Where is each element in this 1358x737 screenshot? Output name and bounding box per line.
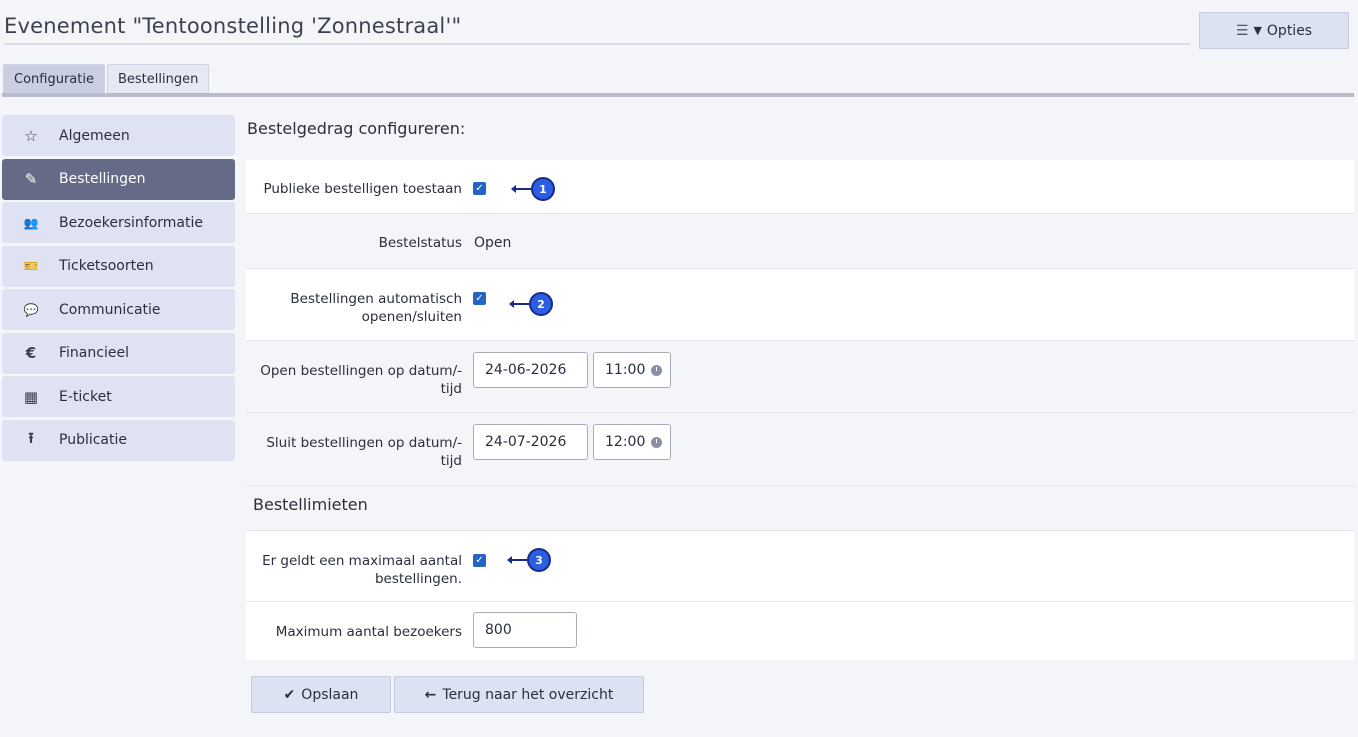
- annotation-2: 2: [509, 292, 553, 316]
- order-status-label: Bestelstatus: [378, 235, 462, 251]
- sidebar-item-bestellingen[interactable]: ✎ Bestellingen: [2, 158, 235, 200]
- clock-icon: [651, 436, 663, 448]
- form-row-max-visitors: Maximum aantal bezoekers 800: [246, 602, 1354, 660]
- sidebar: ☆ Algemeen ✎ Bestellingen 👥 Bezoekersinf…: [2, 115, 235, 463]
- options-button[interactable]: ☰ ▼ Opties: [1199, 12, 1349, 49]
- sidebar-item-label: Publicatie: [59, 432, 128, 448]
- sidebar-item-label: E-ticket: [59, 388, 112, 405]
- sidebar-item-algemeen[interactable]: ☆ Algemeen: [2, 115, 235, 156]
- pencil-icon: ✎: [24, 170, 38, 188]
- max-visitors-label: Maximum aantal bezoekers: [275, 624, 462, 640]
- public-orders-label: Publieke bestelligen toestaan: [263, 181, 462, 197]
- max-orders-checkbox[interactable]: ✓: [473, 554, 486, 567]
- annotation-1: 1: [511, 177, 555, 201]
- open-datetime-label: Open bestellingen op datum/- tijd: [260, 363, 462, 397]
- sidebar-item-label: Communicatie: [59, 301, 161, 318]
- close-datetime-label: Sluit bestellingen op datum/- tijd: [266, 435, 462, 469]
- euro-icon: €: [25, 344, 37, 362]
- ticket-icon: 🎫: [23, 259, 39, 273]
- order-status-value: Open: [474, 235, 512, 251]
- sidebar-item-communicatie[interactable]: 💬 Communicatie: [2, 289, 235, 330]
- sidebar-item-label: Financieel: [59, 345, 129, 361]
- tab-bestellingen[interactable]: Bestellingen: [106, 64, 210, 94]
- public-orders-checkbox[interactable]: ✓: [473, 182, 486, 195]
- back-label: Terug naar het overzicht: [442, 686, 614, 703]
- auto-open-close-checkbox[interactable]: ✓: [473, 292, 486, 305]
- sliders-icon: ☰: [1235, 22, 1249, 39]
- sidebar-item-label: Bezoekersinformatie: [59, 214, 203, 231]
- annotation-number: 3: [527, 548, 551, 572]
- annotation-3: 3: [507, 548, 551, 572]
- form-row-auto-open-close: Bestellingen automatisch openen/sluiten …: [246, 269, 1354, 341]
- sidebar-item-label: Algemeen: [59, 127, 130, 144]
- sidebar-item-label: Bestellingen: [59, 171, 146, 187]
- options-label: Opties: [1266, 22, 1313, 39]
- close-date-input[interactable]: 24-07-2026: [473, 424, 588, 460]
- sidebar-item-ticketsoorten[interactable]: 🎫 Ticketsoorten: [2, 245, 235, 287]
- limits-section-header: Bestellimieten: [246, 486, 1354, 531]
- sidebar-item-label: Ticketsoorten: [59, 258, 154, 274]
- page-title: Evenement "Tentoonstelling 'Zonnestraal'…: [4, 14, 1190, 45]
- max-orders-label: Er geldt een maximaal aantal bestellinge…: [262, 553, 462, 587]
- arrow-left-icon: [507, 556, 527, 564]
- form-row-public-orders: Publieke bestelligen toestaan ✓ 1: [246, 160, 1354, 214]
- open-date-input[interactable]: 24-06-2026: [473, 352, 588, 388]
- annotation-number: 1: [531, 177, 555, 201]
- sidebar-item-e-ticket[interactable]: ▦ E-ticket: [2, 376, 235, 417]
- users-icon: 👥: [23, 215, 39, 230]
- tab-configuratie[interactable]: Configuratie: [3, 64, 105, 94]
- max-visitors-input[interactable]: 800: [473, 612, 577, 648]
- sidebar-item-financieel[interactable]: € Financieel: [2, 332, 235, 374]
- section-title: Bestelgedrag configureren:: [247, 119, 466, 138]
- open-time-input[interactable]: 11:00: [593, 352, 671, 388]
- arrow-left-icon: [511, 185, 531, 193]
- form-row-open-datetime: Open bestellingen op datum/- tijd 24-06-…: [246, 341, 1354, 413]
- form-row-close-datetime: Sluit bestellingen op datum/- tijd 24-07…: [246, 413, 1354, 486]
- qr-code-icon: ▦: [23, 387, 39, 406]
- arrow-left-icon: ←: [424, 686, 437, 703]
- form-row-order-status: Bestelstatus Open: [246, 214, 1354, 269]
- annotation-number: 2: [529, 292, 553, 316]
- arrow-left-icon: [509, 300, 529, 308]
- sidebar-item-bezoekersinformatie[interactable]: 👥 Bezoekersinformatie: [2, 202, 235, 243]
- check-icon: ✔: [283, 686, 296, 703]
- limits-title: Bestellimieten: [253, 495, 368, 514]
- clock-icon: [651, 364, 663, 376]
- auto-open-close-label: Bestellingen automatisch openen/sluiten: [290, 291, 462, 325]
- tab-bar: Configuratie Bestellingen: [3, 64, 210, 94]
- star-icon: ☆: [24, 126, 38, 145]
- tab-divider: [2, 93, 1354, 97]
- form-row-max-orders: Er geldt een maximaal aantal bestellinge…: [246, 531, 1354, 602]
- sidebar-item-publicatie[interactable]: ⭱ Publicatie: [2, 419, 235, 461]
- close-time-input[interactable]: 12:00: [593, 424, 671, 460]
- chevron-down-icon: ▼: [1253, 24, 1262, 37]
- save-button[interactable]: ✔ Opslaan: [251, 676, 391, 713]
- chat-icon: 💬: [23, 302, 39, 317]
- back-to-overview-button[interactable]: ← Terug naar het overzicht: [394, 676, 644, 713]
- save-label: Opslaan: [301, 686, 359, 703]
- upload-icon: ⭱: [28, 428, 34, 447]
